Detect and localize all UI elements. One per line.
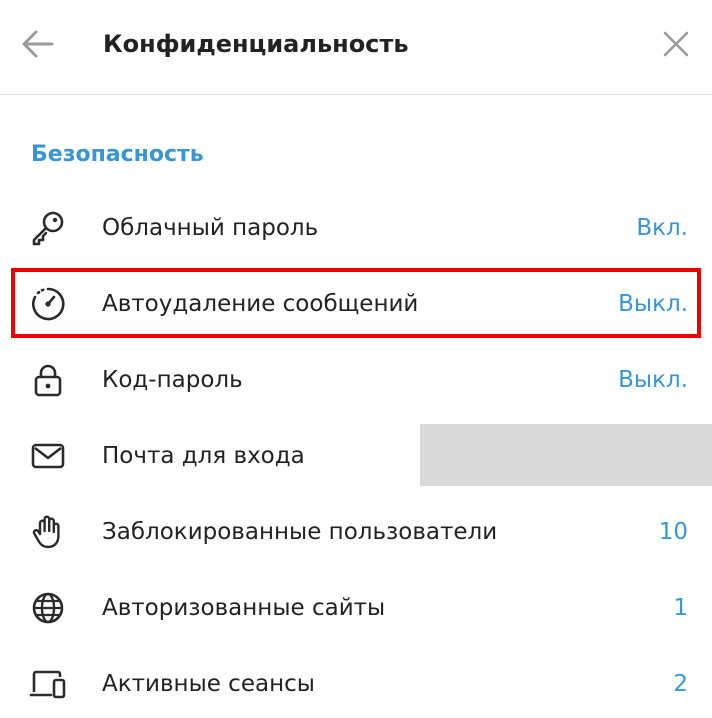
row-label: Код-пароль [102, 367, 243, 393]
privacy-settings-panel: Конфиденциальность Безопасность Облачный… [0, 0, 712, 718]
row-label: Почта для входа [102, 443, 305, 469]
globe-icon [29, 589, 67, 627]
arrow-left-icon [22, 30, 54, 58]
row-value: Выкл. [618, 367, 688, 393]
close-icon [663, 31, 689, 57]
close-button[interactable] [656, 24, 696, 64]
page-title: Конфиденциальность [103, 30, 409, 58]
back-button[interactable] [18, 24, 58, 64]
mail-icon [29, 437, 67, 475]
row-value: Вкл. [636, 215, 688, 241]
row-label: Заблокированные пользователи [102, 519, 498, 545]
row-passcode[interactable]: Код-пароль Выкл. [0, 342, 712, 418]
row-value: 10 [658, 519, 688, 545]
row-label: Облачный пароль [102, 215, 319, 241]
hand-icon [29, 513, 67, 551]
row-value: 2 [673, 671, 688, 697]
row-label: Авторизованные сайты [102, 595, 386, 621]
key-icon [29, 209, 67, 247]
header: Конфиденциальность [0, 0, 712, 95]
highlight-frame [11, 268, 701, 338]
devices-icon [29, 665, 67, 703]
row-blocked-users[interactable]: Заблокированные пользователи 10 [0, 494, 712, 570]
row-label: Активные сеансы [102, 671, 315, 697]
row-value: 1 [673, 595, 688, 621]
redacted-email-area [420, 424, 712, 486]
row-authorized-websites[interactable]: Авторизованные сайты 1 [0, 570, 712, 646]
row-cloud-password[interactable]: Облачный пароль Вкл. [0, 190, 712, 266]
section-title-security: Безопасность [31, 142, 204, 167]
lock-icon [29, 361, 67, 399]
row-active-sessions[interactable]: Активные сеансы 2 [0, 646, 712, 718]
